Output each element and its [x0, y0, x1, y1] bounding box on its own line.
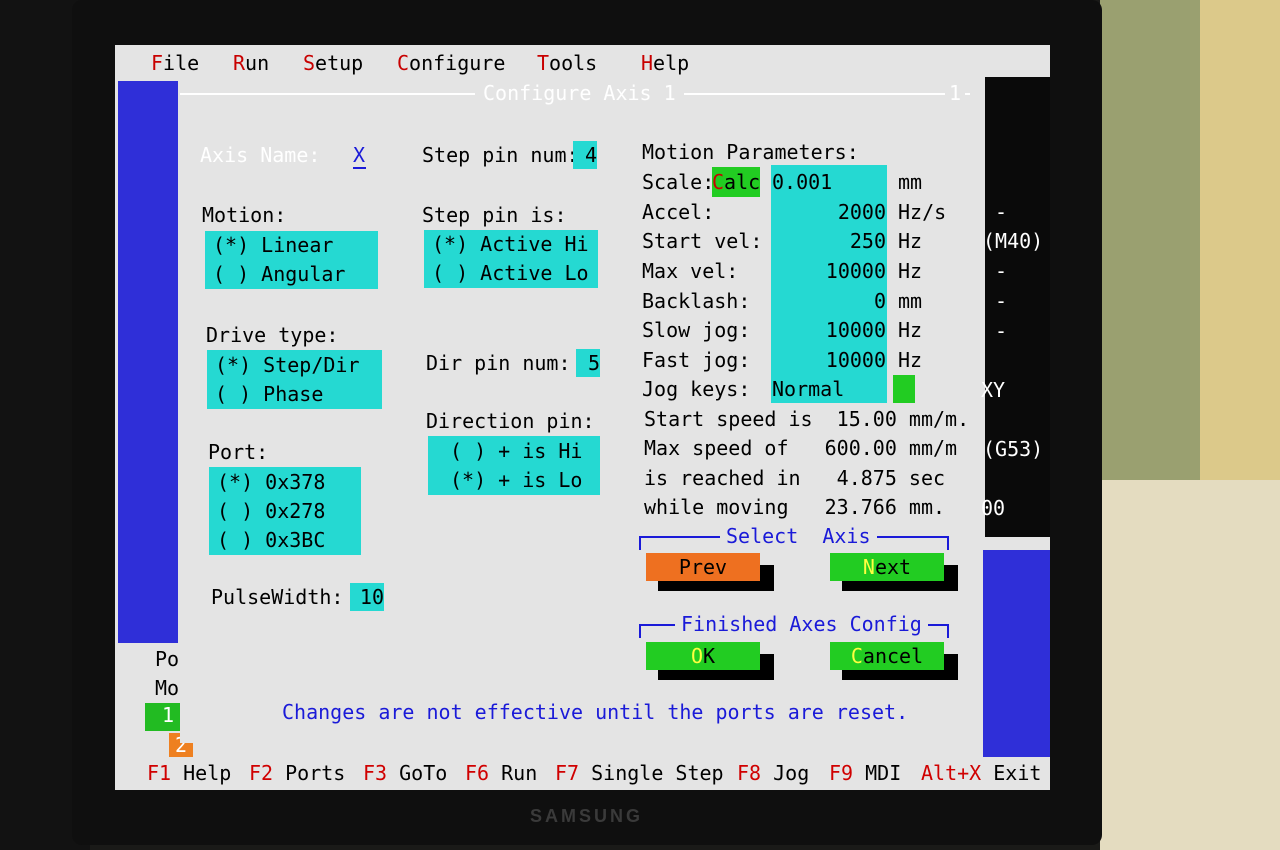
finished-config-label: Finished Axes Config [675, 612, 928, 636]
accel-unit: Hz/s [898, 200, 947, 224]
fkey-f1-help[interactable]: F1 Help [147, 761, 231, 785]
right-panel [983, 75, 1050, 539]
dir-pin-num-label: Dir pin num: [426, 351, 571, 375]
port-radio-group: (*) 0x378 ( ) 0x278 ( ) 0x3BC [209, 467, 361, 555]
fkey-f8-jog[interactable]: F8 Jog [737, 761, 809, 785]
scale-unit: mm [898, 170, 923, 194]
brand-logo: SAMSUNG [530, 806, 644, 826]
dir-plus-lo-radio[interactable]: (*) + is Lo [450, 468, 582, 492]
next-button[interactable]: Next [830, 553, 944, 581]
summary-reached-in: is reached in 4.875 sec [644, 466, 946, 490]
start-vel-label: Start vel: [642, 229, 763, 253]
menu-tools[interactable]: Tools [537, 51, 597, 75]
summary-max-speed: Max speed of 600.00 mm/m [644, 436, 958, 460]
axis-name-field[interactable]: X [353, 143, 366, 169]
menu-help[interactable]: Help [641, 51, 689, 75]
fkey-f3-goto[interactable]: F3 GoTo [363, 761, 447, 785]
port-0x3bc-radio[interactable]: ( ) 0x3BC [217, 528, 325, 552]
scale-label: Scale: [642, 170, 715, 194]
port-0x378-radio[interactable]: (*) 0x378 [217, 470, 325, 494]
right-text-4: - [995, 289, 1008, 313]
dialog-title: Configure Axis 1 [475, 81, 684, 105]
pulsewidth-field[interactable]: 10 [350, 583, 384, 611]
slow-jog-label: Slow jog: [642, 318, 751, 342]
function-key-bar: F1 Help F2 Ports F3 GoTo F6 Run F7 Singl… [115, 757, 1050, 790]
port-0x278-radio[interactable]: ( ) 0x278 [217, 499, 325, 523]
motion-radio-group: (*) Linear ( ) Angular [205, 231, 378, 289]
calc-button[interactable]: Calc [712, 167, 760, 197]
step-pin-is-radio-group: (*) Active Hi ( ) Active Lo [424, 230, 598, 288]
drive-stepdir-radio[interactable]: (*) Step/Dir [215, 353, 360, 377]
jog-keys-value[interactable]: Normal [772, 377, 844, 401]
select-axis-label: Select Axis [720, 524, 877, 548]
notice-text: Changes are not effective until the port… [282, 700, 909, 724]
fkey-f6-run[interactable]: F6 Run [465, 761, 537, 785]
step-active-hi-radio[interactable]: (*) Active Hi [432, 232, 589, 256]
right-text-3: - [995, 259, 1008, 283]
prev-button[interactable]: Prev [646, 553, 760, 581]
jog-keys-toggle[interactable] [893, 375, 915, 403]
ok-button[interactable]: OK [646, 642, 760, 670]
drive-phase-radio[interactable]: ( ) Phase [215, 382, 323, 406]
fkey-alt-x-exit[interactable]: Alt+X Exit [921, 761, 1041, 785]
pulsewidth-label: PulseWidth: [211, 585, 344, 609]
drive-type-radio-group: (*) Step/Dir ( ) Phase [207, 350, 382, 409]
step-pin-num-label: Step pin num: [422, 143, 579, 167]
right-text-8: 00 [981, 496, 1006, 520]
fkey-f9-mdi[interactable]: F9 MDI [829, 761, 901, 785]
accel-value[interactable]: 2000 [772, 200, 886, 224]
menu-file[interactable]: File [151, 51, 199, 75]
drive-type-label: Drive type: [206, 323, 339, 347]
motion-params-heading: Motion Parameters: [642, 140, 859, 164]
motion-angular-radio[interactable]: ( ) Angular [213, 262, 345, 286]
direction-pin-label: Direction pin: [426, 409, 595, 433]
slow-jog-unit: Hz [898, 318, 923, 342]
left-panel [118, 81, 178, 643]
menu-run[interactable]: Run [233, 51, 269, 75]
backlash-value[interactable]: 0 [772, 289, 886, 313]
right-blue-panel [983, 550, 1050, 760]
max-vel-unit: Hz [898, 259, 923, 283]
motion-linear-radio[interactable]: (*) Linear [213, 233, 333, 257]
step-pin-num-field[interactable]: 4 [573, 141, 597, 169]
right-text-6: XY [981, 378, 1006, 402]
right-text-5: - [995, 319, 1008, 343]
background-right [1100, 0, 1280, 850]
dir-plus-hi-radio[interactable]: ( ) + is Hi [450, 439, 582, 463]
right-text-7: (G53) [983, 437, 1044, 461]
jog-keys-label: Jog keys: [642, 377, 751, 401]
fast-jog-label: Fast jog: [642, 348, 751, 372]
configure-axis-dialog: Configure Axis 1 1 Axis Name: X Motion: … [180, 81, 980, 743]
direction-pin-radio-group: ( ) + is Hi (*) + is Lo [428, 436, 600, 495]
menu-bar: File Run Setup Configure Tools Help [115, 45, 1050, 81]
axis-name-label: Axis Name: [200, 143, 321, 167]
dialog-number: 1 [945, 81, 966, 105]
fast-jog-value[interactable]: 10000 [772, 348, 886, 372]
accel-label: Accel: [642, 200, 715, 224]
fast-jog-unit: Hz [898, 348, 923, 372]
start-vel-value[interactable]: 250 [772, 229, 886, 253]
menu-configure[interactable]: Configure [397, 51, 505, 75]
fkey-f7-single-step[interactable]: F7 Single Step [555, 761, 724, 785]
dos-screen: File Run Setup Configure Tools Help Por … [115, 45, 1050, 790]
summary-start-speed: Start speed is 15.00 mm/m. [644, 407, 970, 431]
step-pin-is-label: Step pin is: [422, 203, 567, 227]
cancel-button[interactable]: Cancel [830, 642, 944, 670]
fkey-f2-ports[interactable]: F2 Ports [249, 761, 345, 785]
backlash-unit: mm [898, 289, 923, 313]
dir-pin-num-field[interactable]: 5 [576, 349, 600, 377]
port-label: Port: [208, 440, 269, 464]
right-text-2: (M40) [983, 229, 1044, 253]
summary-while-moving: while moving 23.766 mm. [644, 495, 946, 519]
menu-setup[interactable]: Setup [303, 51, 363, 75]
right-text-1: - [995, 200, 1008, 224]
slow-jog-value[interactable]: 10000 [772, 318, 886, 342]
max-vel-value[interactable]: 10000 [772, 259, 886, 283]
backlash-label: Backlash: [642, 289, 751, 313]
max-vel-label: Max vel: [642, 259, 739, 283]
motion-label: Motion: [202, 203, 287, 227]
step-active-lo-radio[interactable]: ( ) Active Lo [432, 261, 589, 285]
start-vel-unit: Hz [898, 229, 923, 253]
scale-value[interactable]: 0.001 [772, 170, 832, 194]
